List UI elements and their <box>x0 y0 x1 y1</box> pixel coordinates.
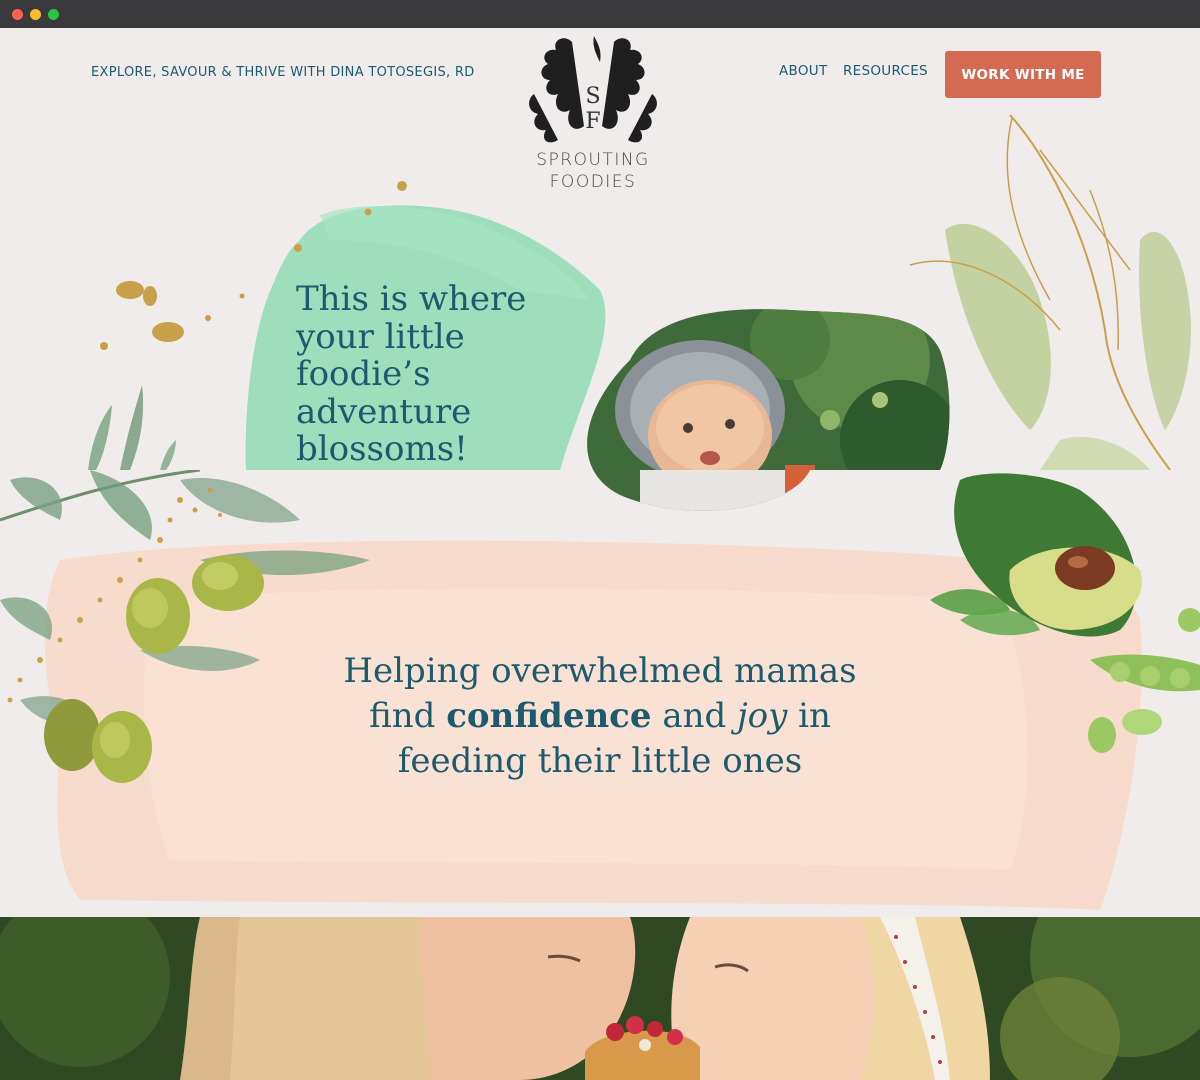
hero-title-line: This is where <box>296 279 527 319</box>
mission-emphasis-joy: joy <box>737 696 788 736</box>
mission-line-3: feeding their little ones <box>397 741 803 781</box>
hero-title-line: foodie’s <box>296 354 431 394</box>
mission-text: and <box>651 696 738 736</box>
logo-monogram-s: S <box>585 84 601 109</box>
nav-link-about[interactable]: ABOUT <box>779 63 828 79</box>
mission-emphasis-confidence: confidence <box>446 696 652 736</box>
hero-title-line: blossoms! <box>296 429 468 469</box>
minimize-window-button[interactable] <box>30 9 41 20</box>
mission-text: find <box>369 696 447 736</box>
work-with-me-button[interactable]: WORK WITH ME <box>945 51 1101 98</box>
sprouting-foodies-logo[interactable]: S F SPROUTING FOODIES <box>522 34 664 194</box>
mission-text: in <box>787 696 831 736</box>
zoom-window-button[interactable] <box>48 9 59 20</box>
mother-daughter-photo <box>0 917 1200 1080</box>
hero-title-line: your little <box>296 316 465 357</box>
hero-title: This is where your little foodie’s adven… <box>296 279 546 469</box>
mission-line-1: Helping overwhelmed mamas <box>343 651 857 691</box>
logo-wordmark-line1: SPROUTING <box>536 150 650 170</box>
close-window-button[interactable] <box>12 9 23 20</box>
logo-wordmark-line2: FOODIES <box>549 172 637 192</box>
hero-title-line: adventure <box>296 391 472 432</box>
browser-toolbar <box>0 0 1200 28</box>
nav-link-resources[interactable]: RESOURCES <box>843 63 928 79</box>
mission-line-2: find confidence and joy in <box>300 694 900 739</box>
mission-statement: Helping overwhelmed mamas find confidenc… <box>300 649 900 784</box>
logo-monogram-f: F <box>585 109 601 134</box>
logo-monogram: S F <box>522 84 664 134</box>
site-tagline: EXPLORE, SAVOUR & THRIVE WITH DINA TOTOS… <box>91 65 475 80</box>
